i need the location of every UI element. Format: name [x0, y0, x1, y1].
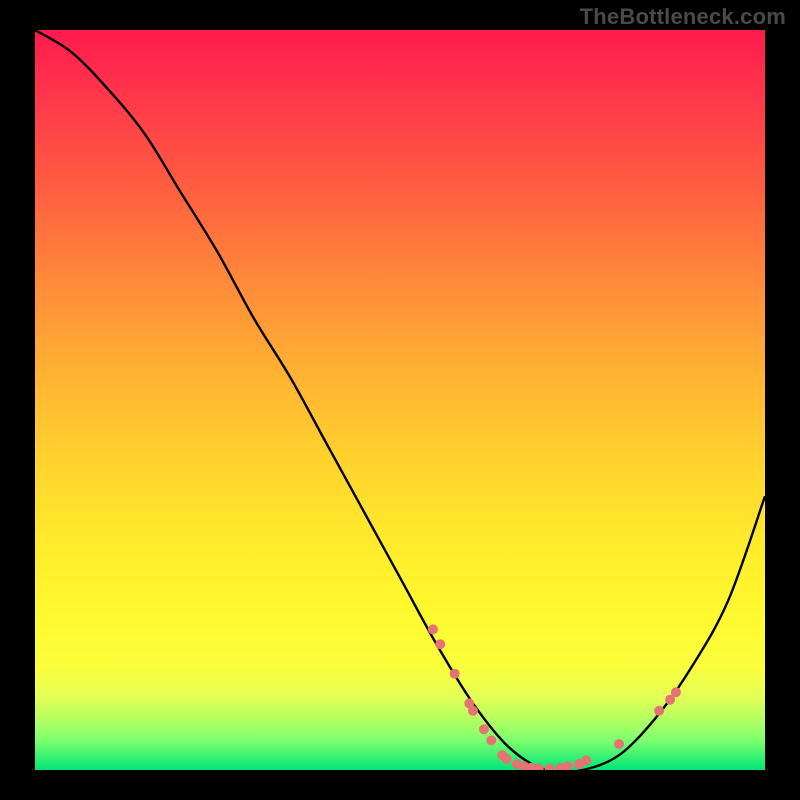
watermark-label: TheBottleneck.com — [580, 4, 786, 30]
marker-pt-i — [502, 754, 512, 764]
marker-pt-v — [671, 687, 681, 697]
marker-pt-r — [581, 755, 591, 765]
data-markers — [428, 624, 681, 770]
marker-pt-f — [479, 724, 489, 734]
marker-pt-c — [450, 669, 460, 679]
marker-pt-n — [545, 764, 555, 771]
marker-pt-e — [468, 706, 478, 716]
marker-pt-g — [486, 735, 496, 745]
marker-pt-a — [428, 624, 438, 634]
bottleneck-curve — [35, 30, 765, 770]
marker-pt-s — [614, 739, 624, 749]
chart-container: TheBottleneck.com — [0, 0, 800, 800]
chart-overlay — [35, 30, 765, 770]
marker-pt-p — [563, 761, 573, 770]
marker-pt-t — [654, 706, 664, 716]
marker-pt-b — [435, 639, 445, 649]
